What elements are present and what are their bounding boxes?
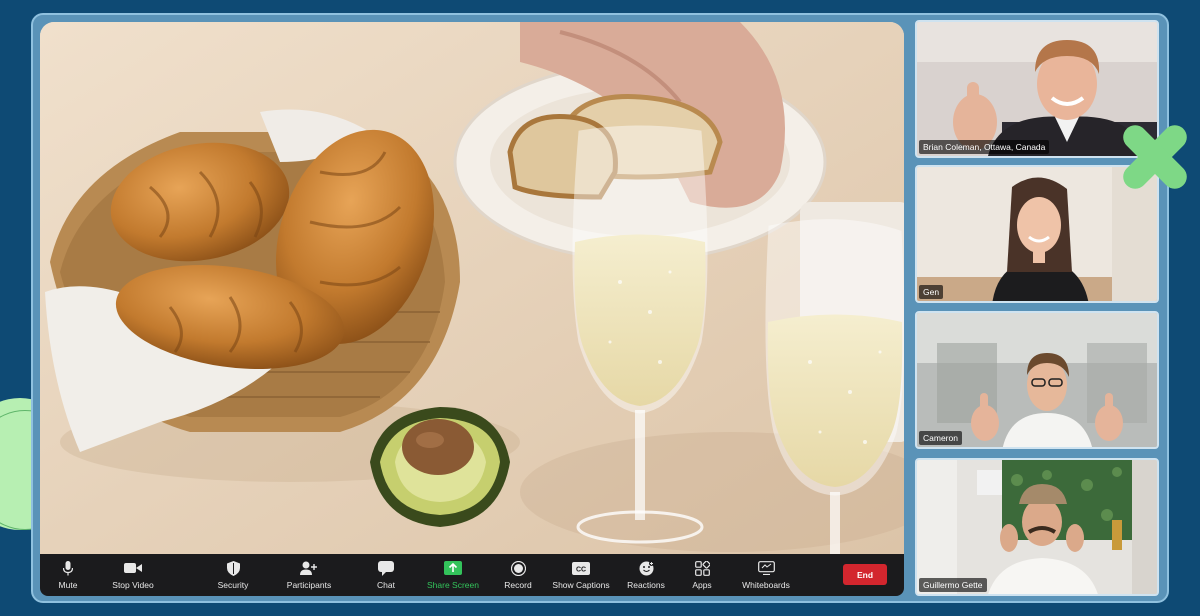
record-label: Record — [504, 580, 532, 590]
show-captions-button[interactable]: CC Show Captions — [550, 554, 612, 596]
chat-button[interactable]: Chat — [372, 554, 400, 596]
add-person-icon — [300, 560, 318, 576]
participant-tile[interactable]: Guillermo Gette — [915, 458, 1159, 596]
main-video-feed[interactable] — [40, 22, 904, 554]
record-button[interactable]: Record — [502, 554, 534, 596]
microphone-icon — [63, 560, 73, 576]
chat-label: Chat — [377, 580, 395, 590]
stop-video-label: Stop Video — [112, 580, 154, 590]
participant-name: Gen — [919, 285, 944, 299]
whiteboards-button[interactable]: Whiteboards — [738, 554, 794, 596]
apps-icon — [694, 560, 710, 576]
share-screen-button[interactable]: Share Screen — [426, 554, 480, 596]
cc-icon: CC — [572, 560, 590, 576]
security-label: Security — [217, 580, 249, 590]
smiley-icon — [639, 560, 654, 576]
svg-text:CC: CC — [576, 566, 586, 573]
end-meeting-button[interactable]: End — [843, 564, 887, 585]
participant-name: Guillermo Gette — [919, 578, 987, 592]
participant-video-guillermo — [917, 460, 1157, 594]
apps-label: Apps — [692, 580, 712, 590]
share-screen-icon — [444, 560, 462, 576]
participant-video-cameron — [917, 313, 1157, 447]
security-button[interactable]: Security — [212, 554, 254, 596]
apps-button[interactable]: Apps — [688, 554, 716, 596]
chat-bubble-icon — [378, 560, 394, 576]
mute-label: Mute — [58, 580, 78, 590]
participants-label: Participants — [286, 580, 332, 590]
reactions-label: Reactions — [627, 580, 665, 590]
participant-name: Cameron — [919, 431, 962, 445]
stop-video-button[interactable]: Stop Video — [110, 554, 156, 596]
record-icon — [510, 560, 526, 576]
meeting-toolbar: Mute Stop Video Security Participants Ch… — [40, 554, 904, 596]
share-screen-label: Share Screen — [427, 580, 479, 590]
participant-name: Brian Coleman, Ottawa, Canada — [919, 140, 1050, 154]
decorative-x-shape — [1123, 125, 1187, 189]
video-camera-icon — [124, 560, 142, 576]
reactions-button[interactable]: Reactions — [624, 554, 668, 596]
shield-icon — [226, 560, 240, 576]
whiteboard-icon — [757, 560, 775, 576]
whiteboards-label: Whiteboards — [742, 580, 790, 590]
participants-button[interactable]: Participants — [284, 554, 334, 596]
show-captions-label: Show Captions — [552, 580, 610, 590]
participant-tile[interactable]: Cameron — [915, 311, 1159, 449]
mute-button[interactable]: Mute — [54, 554, 82, 596]
